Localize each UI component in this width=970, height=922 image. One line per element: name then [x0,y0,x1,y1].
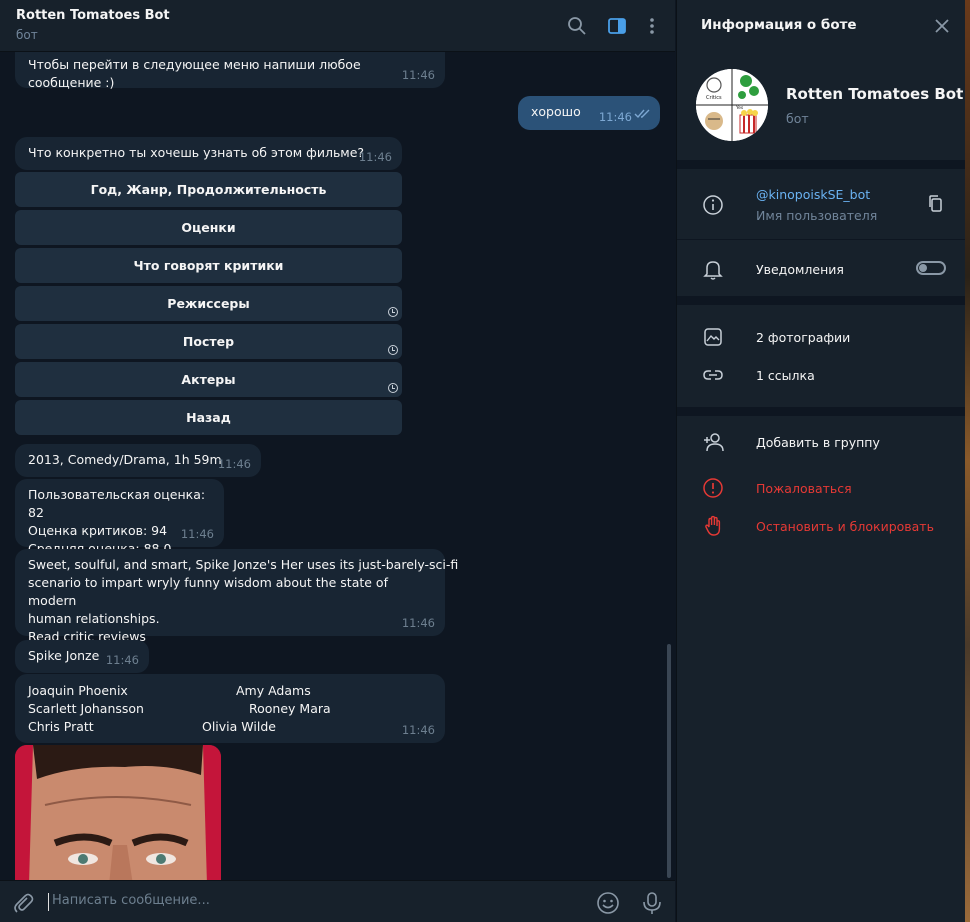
message-bubble: Пользовательская оценка: 82 Оценка крити… [15,479,224,556]
link-icon [701,363,725,387]
message-text: Что конкретно ты хочешь узнать об этом ф… [28,145,365,160]
double-check-icon [634,106,652,124]
message-line: Пользовательская оценка: 82 [28,487,206,520]
bot-name: Rotten Tomatoes Bot [786,85,964,103]
keyboard-button-year-genre[interactable]: Год, Жанр, Продолжительность [15,172,402,207]
clock-icon [388,307,398,317]
copy-icon[interactable] [926,194,946,218]
message-text: Spike Jonze [28,648,100,663]
notifications-label: Уведомления [756,262,844,277]
report-icon [701,476,725,500]
message-text: Чтобы перейти в следующее меню напиши лю… [28,57,361,90]
bot-type: бот [786,111,809,126]
actor-name: Amy Adams [236,683,311,698]
message-time: 11:46 [401,723,435,737]
keyboard-button-poster[interactable]: Постер [15,324,402,359]
poster-photo[interactable] [15,745,221,880]
keyboard-button-label: Год, Жанр, Продолжительность [90,182,327,197]
message-line: scenario to impart wryly funny wisdom ab… [28,575,388,608]
bot-username[interactable]: @kinopoiskSE_bot [756,187,870,202]
message-line: human relationships. [28,611,160,626]
clock-icon [388,383,398,393]
message-text: хорошо [531,104,581,119]
keyboard-button-label: Режиссеры [167,296,250,311]
shared-photos[interactable]: 2 фотографии [756,330,850,345]
message-bubble: Joaquin Phoenix Amy Adams Scarlett Johan… [15,674,445,743]
close-icon[interactable] [931,15,953,37]
text-caret [48,893,49,911]
shared-links[interactable]: 1 ссылка [756,368,815,383]
attach-icon[interactable] [12,892,34,918]
sidebar-toggle-icon[interactable] [605,14,629,38]
keyboard-button-back[interactable]: Назад [15,400,402,435]
chat-scrollbar[interactable] [667,644,671,878]
message-bubble: 2013, Comedy/Drama, 1h 59m 11:46 [15,444,261,477]
message-time: 11:46 [217,457,251,471]
info-icon [701,193,725,217]
photo-icon [701,325,725,349]
message-time: 11:46 [358,150,392,164]
chat-header[interactable]: Rotten Tomatoes Bot бот [0,0,675,52]
message-bubble: Что конкретно ты хочешь узнать об этом ф… [15,137,402,170]
row-divider [677,239,970,240]
keyboard-button-ratings[interactable]: Оценки [15,210,402,245]
message-time: 11:46 [598,110,632,124]
keyboard-button-directors[interactable]: Режиссеры [15,286,402,321]
search-icon[interactable] [565,14,589,38]
message-time: 11:46 [180,527,214,541]
bot-avatar[interactable]: Critics Yes [696,69,768,141]
section-divider [677,296,970,305]
clock-icon [388,345,398,355]
bot-info-panel: Информация о боте Critics Yes Rotten Tom… [676,0,970,922]
actor-name: Joaquin Phoenix [28,683,128,698]
avatar-text: Critics [706,95,722,101]
keyboard-button-label: Актеры [181,372,236,387]
panel-title: Информация о боте [701,17,857,33]
composer: Написать сообщение... [0,880,675,922]
message-input[interactable]: Написать сообщение... [52,893,210,908]
message-time: 11:46 [401,68,435,82]
section-divider [677,160,970,169]
chat-subtitle: бот [16,28,38,42]
avatar-text: Yes [735,105,744,111]
block-hand-icon [701,514,725,538]
actor-name: Rooney Mara [249,701,331,716]
chat-title[interactable]: Rotten Tomatoes Bot [16,8,170,23]
keyboard-button-label: Что говорят критики [133,258,284,273]
more-icon[interactable] [640,14,664,38]
block-button[interactable]: Остановить и блокировать [756,519,934,534]
notifications-toggle[interactable] [916,261,946,275]
section-divider [677,407,970,416]
add-to-group-button[interactable]: Добавить в группу [756,435,880,450]
message-bubble: Sweet, soulful, and smart, Spike Jonze's… [15,549,459,644]
keyboard-button-actors[interactable]: Актеры [15,362,402,397]
emoji-icon[interactable] [596,891,620,919]
bell-icon [701,257,725,281]
message-bubble: Чтобы перейти в следующее меню напиши лю… [15,52,445,90]
actor-name: Chris Pratt [28,719,94,734]
keyboard-button-label: Оценки [181,220,236,235]
keyboard-button-label: Назад [186,410,231,425]
background-window-edge [965,0,970,922]
message-list[interactable]: Чтобы перейти в следующее меню напиши лю… [0,52,675,880]
username-label: Имя пользователя [756,208,878,223]
add-user-icon [701,430,725,454]
actor-name: Scarlett Johansson [28,701,144,716]
actor-name: Olivia Wilde [202,719,276,734]
keyboard-button-label: Постер [182,334,235,349]
keyboard-button-critics[interactable]: Что говорят критики [15,248,402,283]
message-bubble-outgoing: хорошо 11:46 [518,96,660,130]
message-line: Sweet, soulful, and smart, Spike Jonze's… [28,557,459,572]
report-button[interactable]: Пожаловаться [756,481,852,496]
message-time: 11:46 [105,653,139,667]
microphone-icon[interactable] [641,891,663,919]
telegram-window: Rotten Tomatoes Bot бот Чтобы перейти в … [0,0,970,922]
message-time: 11:46 [401,616,435,630]
message-text: 2013, Comedy/Drama, 1h 59m [28,452,222,467]
message-bubble: Spike Jonze 11:46 [15,640,149,673]
